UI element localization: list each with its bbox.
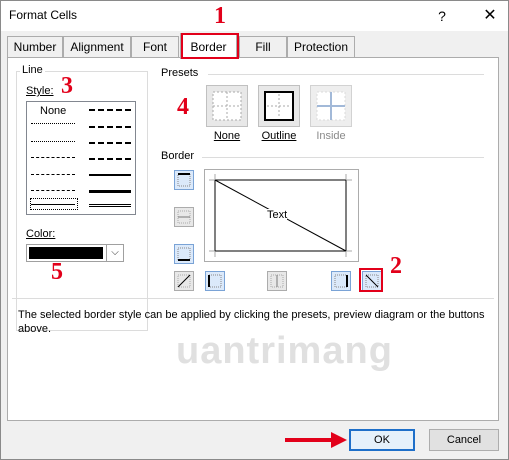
line-style-none[interactable]: None xyxy=(40,105,66,117)
border-inside-horizontal-icon xyxy=(177,210,191,224)
chevron-down-icon[interactable]: ⌵ xyxy=(106,245,123,261)
tab-number[interactable]: Number xyxy=(7,36,63,58)
presets-divider xyxy=(208,74,484,75)
border-inside-vertical-icon xyxy=(270,274,284,288)
line-style-option[interactable] xyxy=(89,142,131,144)
line-style-option[interactable] xyxy=(31,190,75,191)
border-group-label: Border xyxy=(161,150,195,162)
border-left-button[interactable] xyxy=(205,271,225,291)
tab-fill[interactable]: Fill xyxy=(239,36,287,58)
line-style-option[interactable] xyxy=(89,190,131,193)
line-style-selection xyxy=(30,198,78,210)
border-top-icon xyxy=(177,173,191,187)
border-tab-panel: Line Style: None Color: ⌵ Presets None O… xyxy=(7,57,499,421)
tab-font[interactable]: Font xyxy=(131,36,179,58)
style-label: Style: xyxy=(26,85,54,97)
border-bottom-icon xyxy=(177,247,191,261)
ok-button[interactable]: OK xyxy=(349,429,415,451)
border-preview[interactable]: Text xyxy=(204,169,359,262)
line-style-option[interactable] xyxy=(89,158,131,160)
color-dropdown[interactable]: ⌵ xyxy=(26,244,124,262)
annotation-3: 3 xyxy=(61,73,73,99)
window-title: Format Cells xyxy=(9,8,78,22)
line-group-label: Line xyxy=(20,64,45,76)
preview-text: Text xyxy=(267,209,288,221)
help-button[interactable]: ? xyxy=(425,1,459,31)
watermark: uantrimang xyxy=(176,330,393,372)
presets-group-label: Presets xyxy=(161,67,199,79)
preset-outline-label: Outline xyxy=(261,130,297,142)
color-label: Color: xyxy=(26,228,56,240)
preset-inside-button[interactable] xyxy=(310,85,352,127)
annotation-5: 5 xyxy=(51,259,63,285)
border-top-button[interactable] xyxy=(174,170,194,190)
annotation-4: 4 xyxy=(177,94,189,120)
line-style-option[interactable] xyxy=(31,174,75,175)
panel-divider xyxy=(12,298,494,299)
border-middle-horizontal-button[interactable] xyxy=(174,207,194,227)
border-middle-vertical-button[interactable] xyxy=(267,271,287,291)
border-diagonal-up-icon xyxy=(177,274,191,288)
border-right-icon xyxy=(334,274,348,288)
format-cells-dialog: Format Cells ? ✕ Number Alignment Font B… xyxy=(0,0,509,460)
preset-outline-button[interactable] xyxy=(258,85,300,127)
diagonal-button-highlight xyxy=(359,268,383,292)
preset-none-button[interactable] xyxy=(206,85,248,127)
annotation-2: 2 xyxy=(390,253,402,279)
preset-none-icon xyxy=(212,91,242,121)
tab-protection[interactable]: Protection xyxy=(287,36,355,58)
border-bottom-button[interactable] xyxy=(174,244,194,264)
preset-outline-icon xyxy=(264,91,294,121)
line-style-option[interactable] xyxy=(31,157,75,158)
annotation-1: 1 xyxy=(214,3,226,29)
line-style-option[interactable] xyxy=(89,204,131,207)
border-tab-highlight xyxy=(181,33,239,59)
line-style-option[interactable] xyxy=(31,123,75,124)
line-style-option[interactable] xyxy=(89,109,131,111)
border-divider xyxy=(202,157,484,158)
border-left-icon xyxy=(208,274,222,288)
border-right-button[interactable] xyxy=(331,271,351,291)
preset-inside-label: Inside xyxy=(316,130,346,142)
cancel-button[interactable]: Cancel xyxy=(429,429,499,451)
close-button[interactable]: ✕ xyxy=(473,1,507,31)
border-diagonal-up-button[interactable] xyxy=(174,271,194,291)
line-style-option[interactable] xyxy=(89,126,131,128)
title-bar: Format Cells ? ✕ xyxy=(1,1,508,31)
tab-alignment[interactable]: Alignment xyxy=(63,36,131,58)
arrow-icon xyxy=(285,432,347,448)
line-style-list[interactable]: None xyxy=(26,101,136,215)
color-swatch xyxy=(29,247,103,259)
line-style-option[interactable] xyxy=(31,141,75,142)
preset-inside-icon xyxy=(316,91,346,121)
preset-none-label: None xyxy=(213,130,241,142)
line-style-option[interactable] xyxy=(89,174,131,176)
